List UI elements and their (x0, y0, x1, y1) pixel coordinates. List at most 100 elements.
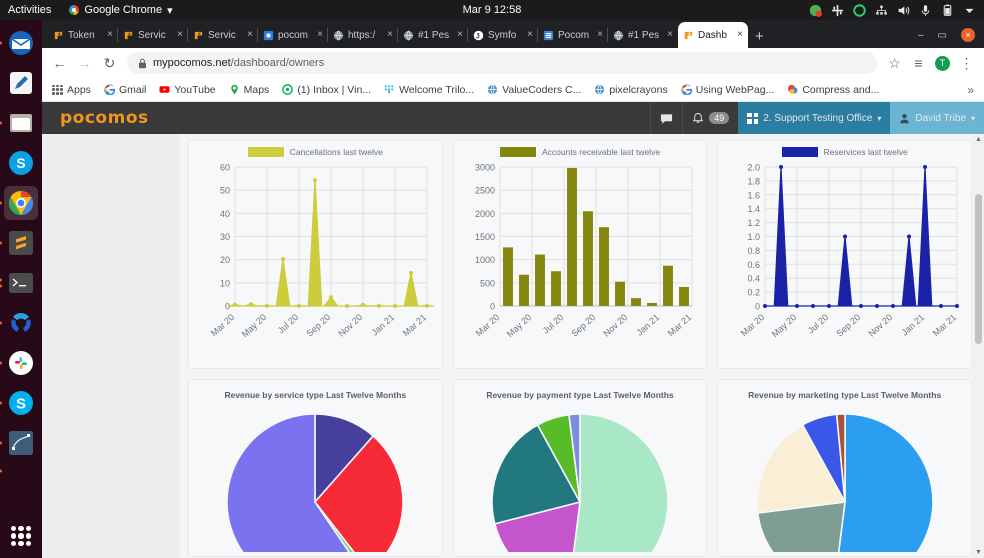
legend-label: Reservices last twelve (823, 147, 908, 157)
dock-item-design-tool[interactable] (0, 426, 38, 460)
system-menu-caret-icon[interactable] (963, 4, 976, 17)
pocomos-logo[interactable]: pocomos (42, 108, 149, 128)
bookmark-label: Using WebPag... (695, 83, 775, 96)
browser-tab[interactable]: Servic × (187, 22, 258, 48)
tab-close-icon[interactable]: × (387, 30, 393, 40)
bookmark-pixelcrayons[interactable]: pixelcrayons (594, 84, 668, 96)
scrollbar-thumb[interactable] (975, 194, 982, 344)
bookmark-trello[interactable]: Welcome Trilo... (384, 84, 474, 96)
dock-item-skype-blue[interactable]: S (4, 146, 38, 180)
window-close-button[interactable]: × (961, 28, 975, 42)
new-tab-button[interactable]: + (755, 29, 764, 44)
dock-item-slack[interactable] (0, 346, 38, 380)
dock-item-text-editor[interactable] (4, 66, 38, 100)
battery-icon[interactable] (941, 3, 954, 17)
notifications-button[interactable]: 49 (682, 102, 738, 134)
office-selector[interactable]: 2. Support Testing Office ▾ (738, 102, 891, 134)
browser-tab[interactable]: Servic × (117, 22, 188, 48)
browser-tab[interactable]: #1 Pes × (607, 22, 678, 48)
dropbox-tray-icon[interactable] (853, 3, 866, 17)
microphone-icon[interactable] (919, 4, 932, 17)
svg-text:20: 20 (220, 255, 230, 265)
browser-tab[interactable]: Pocom × (537, 22, 608, 48)
bookmark-star-icon[interactable]: ☆ (887, 55, 902, 72)
browser-tab-active[interactable]: Dashb × (678, 22, 748, 48)
minimize-button[interactable]: – (918, 30, 924, 41)
forward-button[interactable]: → (77, 55, 92, 71)
tab-close-icon[interactable]: × (737, 30, 743, 40)
tab-close-icon[interactable]: × (177, 30, 183, 40)
maximize-button[interactable]: ▭ (938, 30, 947, 41)
tab-close-icon[interactable]: × (457, 30, 463, 40)
slack-tray-icon[interactable] (809, 4, 822, 17)
pocomos-favicon (124, 31, 133, 39)
bookmarks-overflow-icon[interactable]: » (967, 83, 974, 97)
revenue-service-type-pie[interactable] (215, 402, 415, 552)
dock-item-terminal[interactable] (0, 266, 38, 300)
tab-close-icon[interactable]: × (597, 30, 603, 40)
svg-text:Jul 20: Jul 20 (276, 312, 301, 336)
tab-close-icon[interactable]: × (107, 30, 113, 40)
scroll-up-arrow[interactable]: ▲ (973, 134, 984, 145)
browser-tab[interactable]: #1 Pes × (397, 22, 468, 48)
volume-icon[interactable] (897, 4, 910, 17)
dock-item-thunderbird[interactable] (0, 26, 38, 60)
omnibox-actions: ☆ ≡ T ⋮ (887, 55, 974, 72)
browser-tab[interactable]: https:/ × (327, 22, 398, 48)
running-indicator (0, 321, 2, 325)
activities-button[interactable]: Activities (0, 4, 61, 16)
bookmark-inbox[interactable]: (1) Inbox | Vin... (282, 84, 371, 96)
bookmark-valuecoders[interactable]: ValueCoders C... (487, 84, 581, 96)
revenue-marketing-type-pie[interactable] (745, 402, 945, 552)
network-icon[interactable] (875, 4, 888, 17)
sidebar[interactable] (42, 134, 180, 558)
show-applications-button[interactable] (11, 526, 31, 546)
cancellations-chart[interactable]: 0102030405060Mar 20 May 20 Jul 20 Sep 20 Nov… (195, 159, 435, 364)
dock-item-google-chrome[interactable] (0, 186, 38, 220)
bookmark-webpagetest[interactable]: Using WebPag... (680, 83, 775, 96)
reload-button[interactable]: ↻ (102, 55, 117, 72)
page-scrollbar[interactable]: ▲ ▼ (973, 134, 984, 558)
browser-tab[interactable]: Token × (48, 22, 118, 48)
running-indicator (0, 361, 2, 365)
dock-item-skype[interactable]: S (0, 386, 38, 420)
tab-close-icon[interactable]: × (247, 30, 253, 40)
chat-button[interactable] (650, 102, 682, 134)
svg-text:1.2: 1.2 (747, 218, 760, 228)
chrome-menu-icon[interactable]: ⋮ (959, 55, 974, 72)
accounts-receivable-chart[interactable]: 0 500 1000 1500 2000 2500 3000 Mar 20 May 20 Jul … (460, 159, 700, 364)
tab-close-icon[interactable]: × (667, 30, 673, 40)
bookmark-youtube[interactable]: YouTube (159, 84, 216, 96)
bookmark-maps[interactable]: Maps (229, 84, 269, 96)
extensions-icon[interactable]: ≡ (911, 55, 926, 71)
dock-item-sublime-text[interactable] (0, 226, 38, 260)
dock-item-files[interactable] (0, 106, 38, 140)
user-menu[interactable]: David Tribe ▾ (890, 102, 984, 134)
scroll-down-arrow[interactable]: ▼ (973, 547, 984, 558)
back-button[interactable]: ← (52, 55, 67, 71)
browser-tab[interactable]: pocom × (257, 22, 328, 48)
settings-tray-icon[interactable] (831, 4, 844, 17)
system-tray[interactable] (809, 3, 984, 17)
app-menu-chrome[interactable]: Google Chrome ▾ (61, 4, 180, 17)
svg-text:0.2: 0.2 (747, 288, 760, 298)
dashboard-body: Cancellations last twelve 0 10 20 30 40 50 60 M… (42, 134, 984, 558)
dock-item-remmina[interactable] (0, 306, 38, 340)
bookmark-apps[interactable]: Apps (52, 84, 91, 96)
tab-close-icon[interactable]: × (317, 30, 323, 40)
dock-item-extra[interactable] (0, 466, 38, 476)
address-bar[interactable]: mypocomos.net/dashboard/owners (127, 52, 877, 74)
reservices-chart[interactable]: 0 0.2 0.4 0.6 0.8 1.0 1.2 1.4 1.6 1.8 2.0 Mar 20 May… (725, 159, 965, 364)
terminal-icon (9, 273, 33, 293)
bookmark-gmail[interactable]: Gmail (104, 84, 146, 96)
profile-avatar[interactable]: T (935, 55, 950, 71)
svg-text:Mar 20: Mar 20 (738, 312, 766, 338)
chart-row-bottom: Revenue by service type Last Twelve Mont… (188, 379, 973, 557)
tab-close-icon[interactable]: × (527, 30, 533, 40)
svg-text:1.4: 1.4 (747, 204, 760, 214)
browser-tab[interactable]: Symfo × (467, 22, 538, 48)
bookmark-compress[interactable]: Compress and... (787, 84, 879, 96)
legend-label: Cancellations last twelve (289, 147, 383, 157)
revenue-payment-type-pie[interactable] (480, 402, 680, 552)
office-label: 2. Support Testing Office (763, 112, 873, 124)
